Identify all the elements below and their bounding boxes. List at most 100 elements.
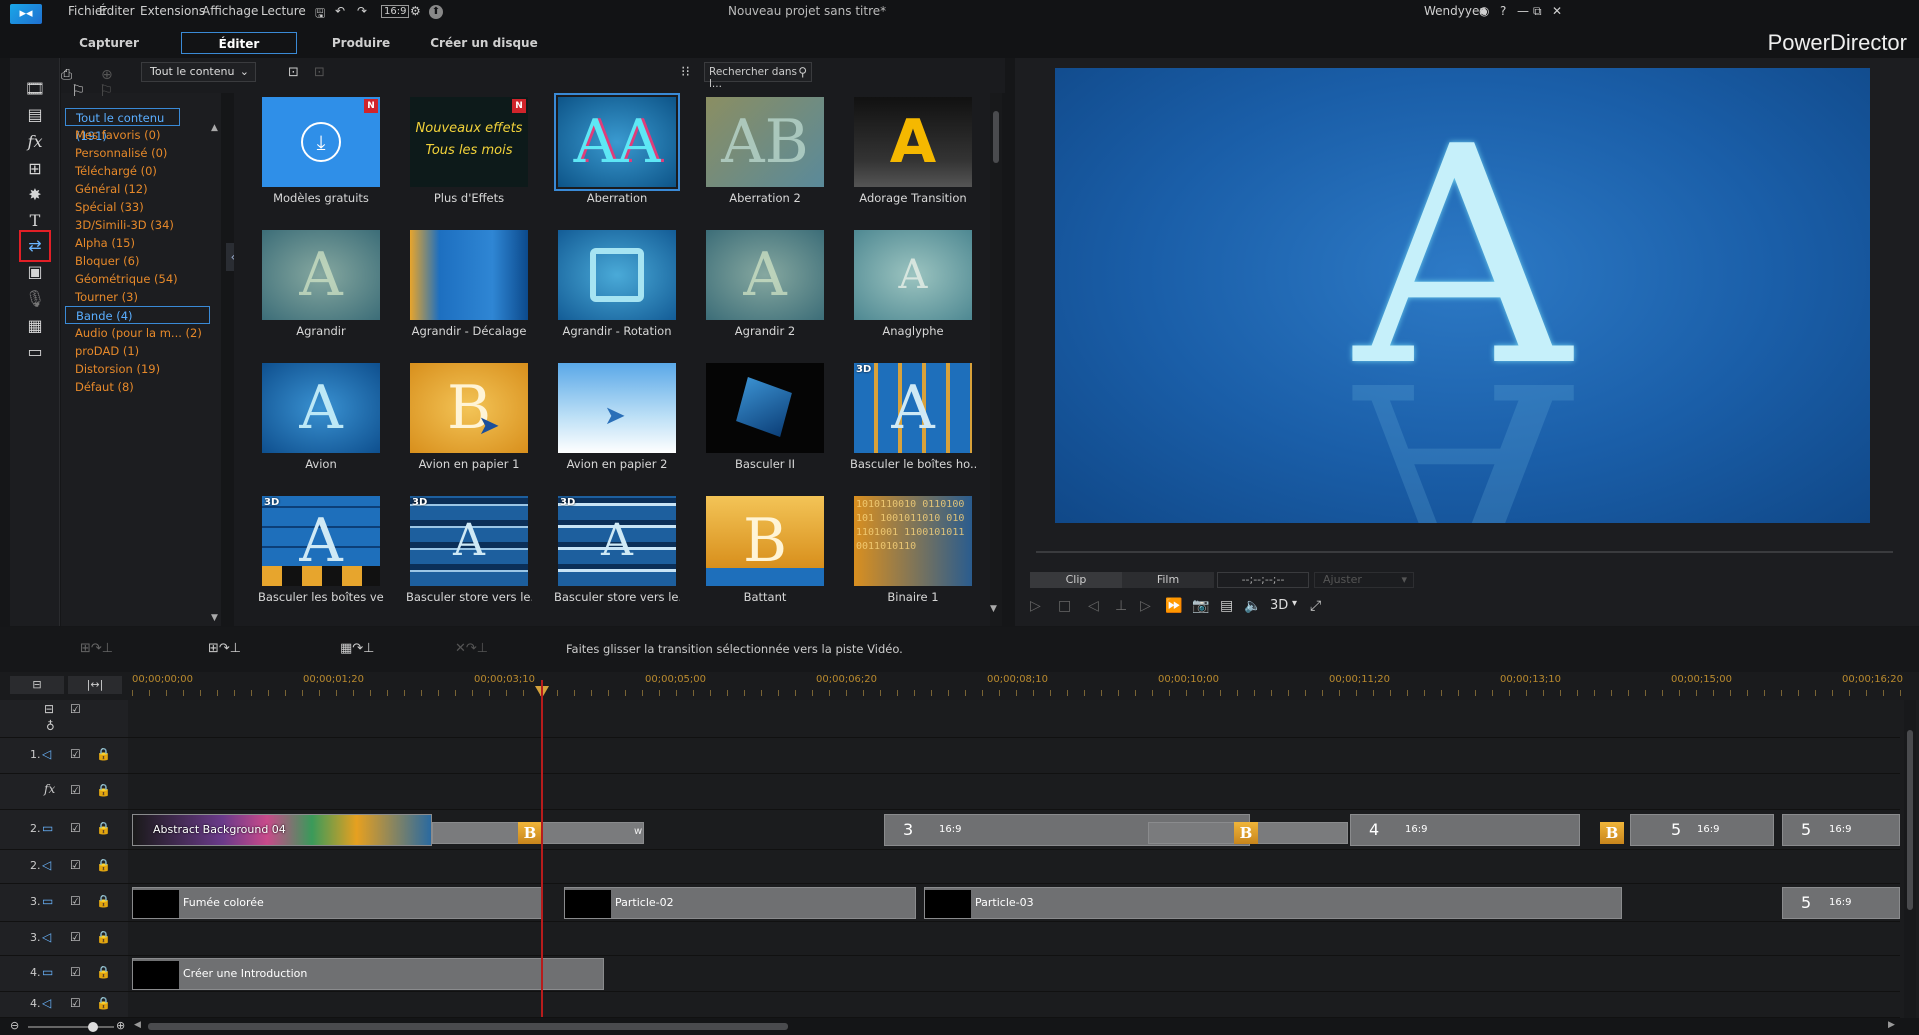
preview-seek-bar[interactable] [1036, 551, 1893, 553]
media-room-icon[interactable]: 🎞 [22, 76, 48, 102]
track-enable-checkbox[interactable]: ☑ [70, 747, 81, 761]
preview-viewer[interactable]: A A [1055, 68, 1870, 523]
add-to-favorite-icon[interactable]: ⊡ [314, 65, 325, 80]
clip-5-end[interactable]: 5 16:9 [1782, 814, 1900, 846]
tile-modeles-gratuits[interactable]: ⤓ N Modèles gratuits [258, 93, 384, 217]
tile-plus-effets[interactable]: Nouveaux effets Tous les mois N Plus d'E… [406, 93, 532, 217]
upgrade-icon[interactable]: ⬆ [429, 5, 443, 19]
tile-anaglyphe[interactable]: A Anaglyphe [850, 226, 976, 350]
lock-icon[interactable]: 🔒 [96, 747, 111, 761]
grid-scrollbar[interactable] [990, 93, 1002, 626]
clip-4[interactable]: 4 16:9 [1350, 814, 1580, 846]
tile-avion-papier-1[interactable]: B ➤ Avion en papier 1 [406, 359, 532, 483]
split-icon[interactable]: ⊥ [1115, 598, 1127, 614]
category-personnalise[interactable]: Personnalisé (0) [65, 144, 205, 162]
category-mes-favoris[interactable]: Mes favoris (0) [65, 126, 205, 144]
voice-over-icon[interactable]: 🎙 [22, 286, 48, 312]
pip-room-icon[interactable]: ⊞ [22, 156, 48, 182]
timecode-display[interactable]: --;--;--;-- [1217, 572, 1309, 588]
clip-5[interactable]: 5 16:9 [1630, 814, 1774, 846]
tile-battant[interactable]: B Battant [702, 492, 828, 616]
minimize-icon[interactable]: — [1517, 4, 1529, 18]
lock-icon[interactable]: 🔒 [96, 894, 111, 908]
menu-editer[interactable]: Éditer [99, 4, 135, 18]
track-enable-checkbox[interactable]: ☑ [70, 996, 81, 1010]
search-icon[interactable]: ⚲ [798, 65, 807, 79]
audio-mixing-icon[interactable]: ▣ [22, 259, 48, 285]
transition-marker[interactable]: B [1600, 822, 1624, 844]
prev-frame-icon[interactable]: ◁ [1088, 598, 1099, 614]
category-bande[interactable]: Bande (4) [65, 306, 210, 324]
user-name[interactable]: Wendyyen [1424, 4, 1487, 18]
menu-lecture[interactable]: Lecture [261, 4, 306, 18]
zoom-slider[interactable] [28, 1022, 114, 1032]
undock-icon[interactable]: ⤢ [1310, 598, 1321, 614]
scroll-left-icon[interactable]: ◀ [134, 1020, 141, 1030]
category-3d[interactable]: 3D/Simili-3D (34) [65, 216, 205, 234]
grid-scroll-down-icon[interactable]: ▼ [990, 604, 997, 614]
track-enable-checkbox[interactable]: ☑ [70, 965, 81, 979]
tile-avion-papier-2[interactable]: ➤ Avion en papier 2 [554, 359, 680, 483]
particle-room-icon[interactable]: ✸ [22, 182, 48, 208]
category-prodad[interactable]: proDAD (1) [65, 342, 205, 360]
tile-basculer-boites-ho[interactable]: A 3D Basculer le boîtes ho... [850, 359, 976, 483]
clip-creer-introduction[interactable]: Créer une Introduction [132, 958, 604, 990]
clip-particle-03[interactable]: Particle-03 [924, 887, 1622, 919]
playhead[interactable] [541, 680, 543, 1017]
lock-icon[interactable]: 🔒 [96, 965, 111, 979]
category-alpha[interactable]: Alpha (15) [65, 234, 205, 252]
transition-marker[interactable]: B [518, 822, 542, 844]
category-tourner[interactable]: Tourner (3) [65, 288, 205, 306]
clip-mode-button[interactable]: Clip [1030, 572, 1122, 588]
subtitle-room-icon[interactable]: ▭ [22, 339, 48, 365]
add-to-track-icon[interactable]: ⊡ [288, 65, 299, 80]
timeline-hscroll-thumb[interactable] [148, 1023, 788, 1030]
transition-marker[interactable]: B [1234, 822, 1258, 844]
fast-forward-icon[interactable]: ⏩ [1165, 598, 1182, 614]
zoom-in-icon[interactable]: ⊕ [116, 1019, 125, 1032]
overlay-clip-icon[interactable]: ⊞↷⊥ [208, 641, 241, 656]
category-telecharge[interactable]: Téléchargé (0) [65, 162, 205, 180]
menu-extensions[interactable]: Extensions [140, 4, 205, 18]
clip-abstract-background[interactable]: Abstract Background 04 [132, 814, 432, 846]
track-enable-checkbox[interactable]: ☑ [70, 783, 81, 797]
chapter-room-icon[interactable]: ▦ [22, 313, 48, 339]
tile-adorage[interactable]: A Adorage Transition [850, 93, 976, 217]
category-audio[interactable]: Audio (pour la m... (2) [65, 324, 205, 342]
settings-icon[interactable]: ⚙ [410, 4, 421, 18]
lock-icon[interactable]: 🔒 [96, 821, 111, 835]
track-enable-checkbox[interactable]: ☑ [70, 702, 81, 716]
help-icon[interactable]: ? [1500, 4, 1506, 18]
remove-tag-icon[interactable]: ⚐ [99, 81, 113, 100]
grid-view-icon[interactable]: ⁝⁝ [681, 64, 690, 80]
tile-agrandir[interactable]: A Agrandir [258, 226, 384, 350]
fit-select[interactable]: Ajuster ▾ [1314, 572, 1414, 588]
lock-icon[interactable]: 🔒 [96, 930, 111, 944]
track-enable-checkbox[interactable]: ☑ [70, 821, 81, 835]
category-special[interactable]: Spécial (33) [65, 198, 205, 216]
title-room-icon[interactable]: T [22, 208, 48, 234]
tile-basculer-store-1[interactable]: A 3D Basculer store vers le... [406, 492, 532, 616]
lock-icon[interactable]: 🔒 [96, 858, 111, 872]
tile-binaire-1[interactable]: 1010110010 0110100101 1001011010 0101101… [850, 492, 976, 616]
category-bloquer[interactable]: Bloquer (6) [65, 252, 205, 270]
scroll-down-icon[interactable]: ▼ [211, 613, 218, 623]
insert-clip-icon[interactable]: ▦↷⊥ [340, 641, 375, 656]
template-room-icon[interactable]: ▤ [22, 102, 48, 128]
lock-icon[interactable]: 🔒 [96, 996, 111, 1010]
transition-room-icon[interactable]: ⇄ [19, 230, 51, 262]
search-input[interactable]: Rechercher dans l... [709, 66, 811, 90]
add-tag-icon[interactable]: ⚐ [71, 81, 85, 100]
grid-scroll-thumb[interactable] [993, 111, 999, 163]
replace-clip-icon[interactable]: ✕↷⊥ [455, 641, 488, 656]
save-icon[interactable]: 🖫 [315, 4, 325, 25]
category-distorsion[interactable]: Distorsion (19) [65, 360, 205, 378]
snapshot-icon[interactable]: 📷 [1192, 598, 1209, 614]
redo-icon[interactable]: ↷ [357, 4, 367, 18]
volume-icon[interactable]: 🔈 [1244, 598, 1261, 614]
restore-icon[interactable]: ⧉ [1533, 4, 1542, 19]
tab-produire[interactable]: Produire [320, 32, 402, 54]
track-scroll-thumb[interactable] [1907, 730, 1913, 910]
tile-avion[interactable]: A Avion [258, 359, 384, 483]
track-enable-checkbox[interactable]: ☑ [70, 858, 81, 872]
